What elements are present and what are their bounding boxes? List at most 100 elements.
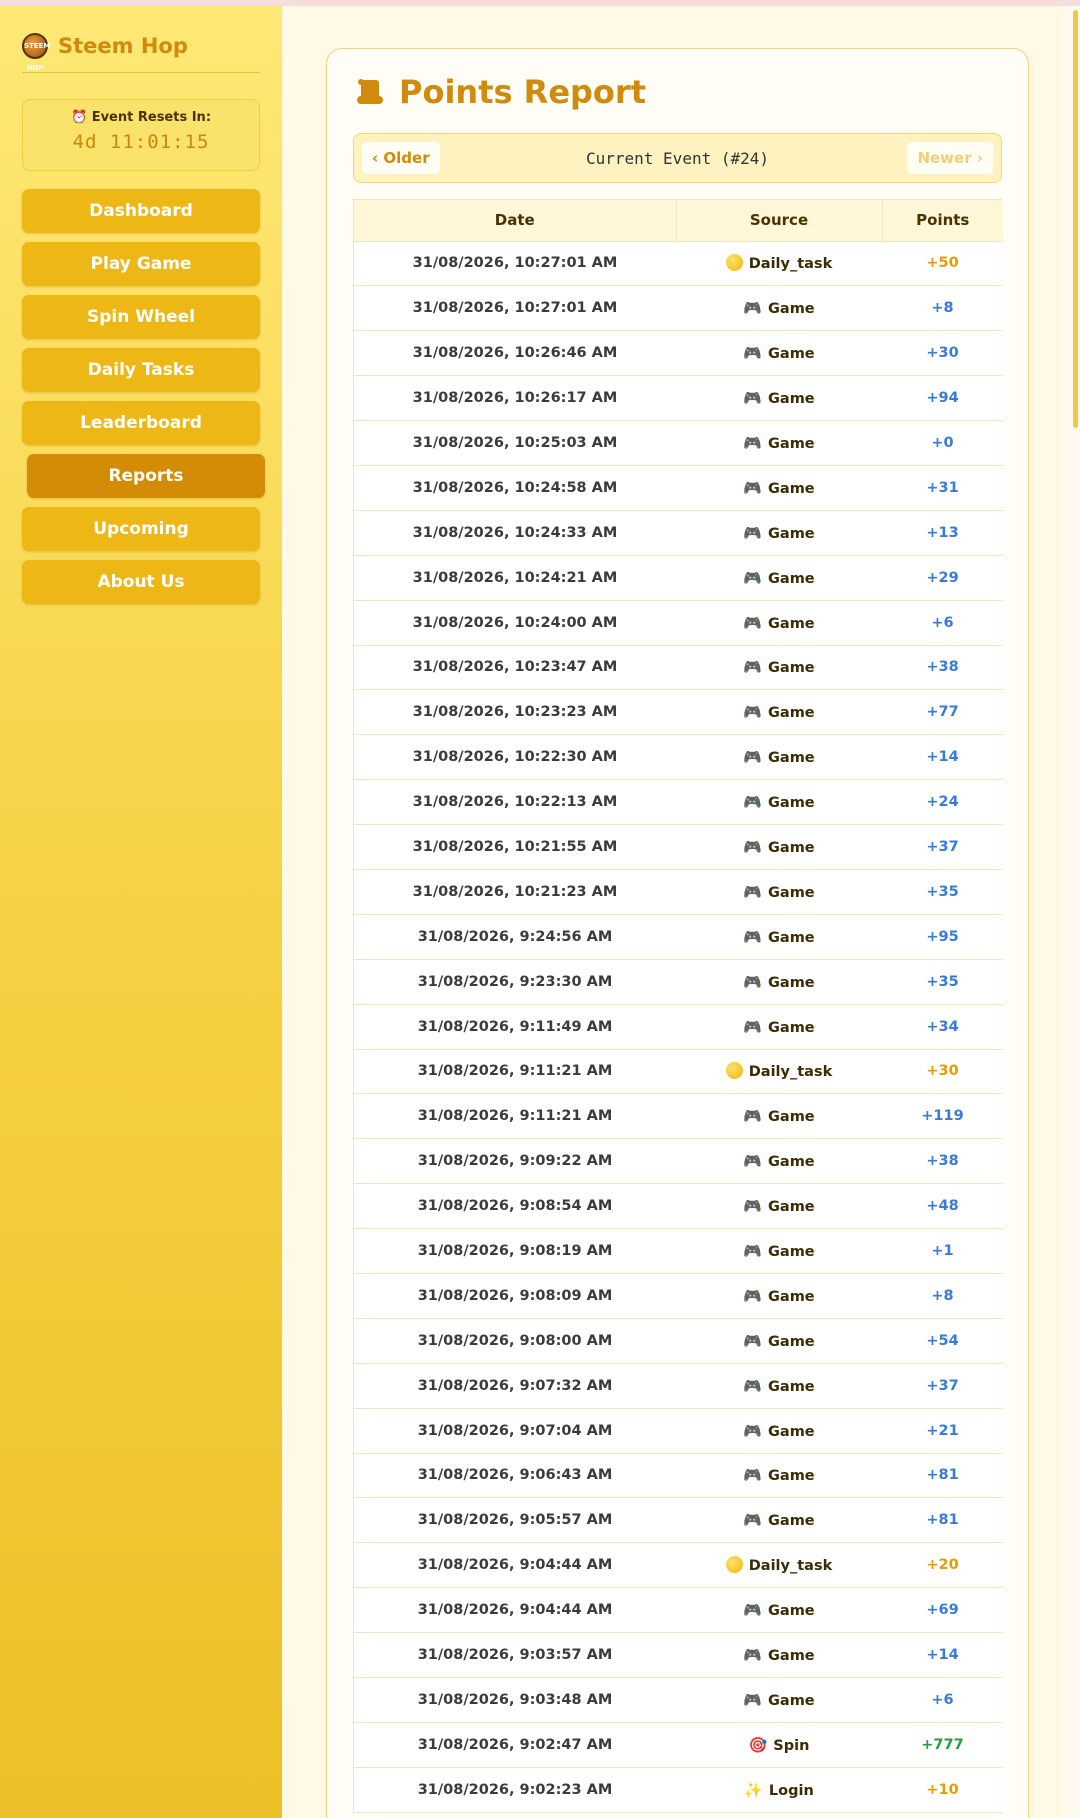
game-controller-icon: 🎮 bbox=[743, 568, 763, 587]
nav-reports[interactable]: Reports bbox=[27, 454, 265, 498]
cell-date: 31/08/2026, 10:25:03 AM bbox=[354, 420, 676, 466]
cell-points: +6 bbox=[882, 600, 1003, 646]
cell-source: 🎮 Game bbox=[676, 1363, 882, 1409]
source-label: Game bbox=[768, 570, 815, 587]
cell-date: 31/08/2026, 9:02:23 AM bbox=[354, 1767, 676, 1813]
cell-source: 🎮 Game bbox=[676, 330, 882, 377]
nav-upcoming[interactable]: Upcoming bbox=[22, 507, 260, 551]
cell-date: 31/08/2026, 9:04:44 AM bbox=[354, 1587, 676, 1634]
event-timer-value: 4d 11:01:15 bbox=[72, 131, 210, 153]
table-row: 31/08/2026, 9:03:57 AM 🎮 Game +14 bbox=[354, 1632, 1003, 1678]
source-label: Game bbox=[768, 1648, 815, 1665]
table-row: 31/08/2026, 9:23:30 AM 🎮 Game +35 bbox=[354, 959, 1003, 1005]
cell-date: 31/08/2026, 10:22:30 AM bbox=[354, 734, 676, 781]
source-label: Game bbox=[768, 884, 815, 901]
nav-leaderboard[interactable]: Leaderboard bbox=[22, 401, 260, 445]
older-button-label: Older bbox=[383, 149, 430, 167]
cell-points: +14 bbox=[882, 734, 1003, 781]
source-label: Game bbox=[768, 1513, 815, 1530]
cell-date: 31/08/2026, 10:23:23 AM bbox=[354, 689, 676, 736]
table-row: 31/08/2026, 10:27:01 AM Daily_task +50 bbox=[354, 241, 1003, 287]
source-label: Game bbox=[768, 750, 815, 767]
cell-source: ✨ Login bbox=[676, 1767, 882, 1813]
cell-source: 🎮 Game bbox=[676, 869, 882, 915]
table-row: 31/08/2026, 10:26:46 AM 🎮 Game +30 bbox=[354, 330, 1003, 377]
source-label: Game bbox=[768, 391, 815, 408]
game-controller-icon: 🎮 bbox=[743, 1376, 763, 1395]
current-event-label: Current Event (#24) bbox=[585, 149, 770, 168]
cell-points: +21 bbox=[882, 1408, 1003, 1454]
source-label: Game bbox=[768, 436, 815, 452]
nav-spin-wheel[interactable]: Spin Wheel bbox=[22, 295, 260, 339]
brand[interactable]: STEEM HOP Steem Hop bbox=[22, 28, 260, 72]
game-controller-icon: 🎮 bbox=[743, 658, 763, 677]
game-controller-icon: 🎮 bbox=[743, 1286, 763, 1305]
cell-date: 31/08/2026, 9:07:04 AM bbox=[354, 1408, 676, 1454]
cell-date: 31/08/2026, 9:11:49 AM bbox=[354, 1004, 676, 1050]
cell-source: 🎮 Game bbox=[676, 375, 882, 422]
table-row: 31/08/2026, 9:02:47 AM 🎯 Spin +777 bbox=[354, 1722, 1003, 1768]
table-row: 31/08/2026, 10:26:17 AM 🎮 Game +94 bbox=[354, 375, 1003, 422]
cell-points: +24 bbox=[882, 779, 1003, 826]
source-label: Game bbox=[768, 1019, 815, 1036]
cell-points: +8 bbox=[882, 285, 1003, 332]
cell-source: 🎮 Game bbox=[676, 645, 882, 691]
table-row: 31/08/2026, 10:23:47 AM 🎮 Game +38 bbox=[354, 645, 1003, 691]
game-controller-icon: 🎮 bbox=[743, 478, 763, 497]
cell-source: 🎮 Game bbox=[676, 914, 882, 960]
cell-points: +777 bbox=[882, 1722, 1003, 1768]
cell-source: 🎯 Spin bbox=[676, 1722, 882, 1768]
cell-date: 31/08/2026, 9:06:43 AM bbox=[354, 1453, 676, 1499]
cell-points: +119 bbox=[882, 1093, 1003, 1140]
cell-source: 🎮 Game bbox=[676, 1318, 882, 1364]
cell-date: 31/08/2026, 9:23:30 AM bbox=[354, 959, 676, 1005]
source-label: Game bbox=[768, 1468, 815, 1485]
cell-source: 🎮 Game bbox=[676, 1453, 882, 1499]
cell-points: +81 bbox=[882, 1497, 1003, 1544]
cell-points: +8 bbox=[882, 1273, 1003, 1319]
table-row: 31/08/2026, 9:09:22 AM 🎮 Game +38 bbox=[354, 1138, 1003, 1185]
cell-date: 31/08/2026, 9:04:44 AM bbox=[354, 1542, 676, 1589]
source-label: Daily_task bbox=[748, 256, 833, 273]
source-label: Game bbox=[768, 301, 815, 318]
cell-source: 🎮 Game bbox=[676, 1093, 882, 1140]
sparkles-icon: ✨ bbox=[744, 1780, 763, 1799]
cell-source: 🎮 Game bbox=[676, 1632, 882, 1678]
source-label: Game bbox=[768, 705, 815, 722]
coin-icon bbox=[725, 1062, 743, 1080]
cell-points: +38 bbox=[882, 1138, 1003, 1185]
nav-about-us[interactable]: About Us bbox=[22, 560, 260, 604]
game-controller-icon: 🎮 bbox=[743, 1152, 763, 1171]
nav-play-game[interactable]: Play Game bbox=[22, 242, 260, 286]
scrollbar-thumb[interactable] bbox=[1073, 10, 1078, 428]
source-label: Game bbox=[768, 1333, 815, 1350]
table-row: 31/08/2026, 10:24:00 AM 🎮 Game +6 bbox=[354, 600, 1003, 646]
cell-source: 🎮 Game bbox=[676, 824, 882, 870]
cell-points: +30 bbox=[882, 1049, 1003, 1095]
cell-date: 31/08/2026, 9:08:19 AM bbox=[354, 1228, 676, 1274]
table-row: 31/08/2026, 10:24:21 AM 🎮 Game +29 bbox=[354, 555, 1003, 601]
cell-source: 🎮 Game bbox=[676, 1228, 882, 1274]
cell-source: 🎮 Game bbox=[676, 465, 882, 511]
page-title: Points Report bbox=[353, 73, 646, 111]
game-controller-icon: 🎮 bbox=[743, 1601, 763, 1620]
cell-points: +13 bbox=[882, 510, 1003, 556]
source-label: Game bbox=[768, 1109, 815, 1126]
table-row: 31/08/2026, 10:24:58 AM 🎮 Game +31 bbox=[354, 465, 1003, 511]
nav-daily-tasks[interactable]: Daily Tasks bbox=[22, 348, 260, 392]
game-controller-icon: 🎮 bbox=[743, 1690, 763, 1709]
sidebar-divider bbox=[22, 72, 260, 73]
game-controller-icon: 🎮 bbox=[743, 1242, 763, 1261]
older-button[interactable]: ‹ Older bbox=[362, 142, 440, 174]
newer-button[interactable]: Newer › bbox=[907, 142, 993, 174]
nav-dashboard[interactable]: Dashboard bbox=[22, 189, 260, 233]
source-label: Game bbox=[768, 525, 815, 542]
cell-source: 🎮 Game bbox=[676, 285, 882, 332]
game-controller-icon: 🎮 bbox=[743, 882, 763, 901]
cell-source: 🎮 Game bbox=[676, 510, 882, 556]
cell-source: 🎮 Game bbox=[676, 420, 882, 466]
table-row: 31/08/2026, 9:08:54 AM 🎮 Game +48 bbox=[354, 1183, 1003, 1230]
source-label: Daily_task bbox=[748, 1064, 833, 1081]
cell-points: +54 bbox=[882, 1318, 1003, 1364]
cell-date: 31/08/2026, 9:11:21 AM bbox=[354, 1093, 676, 1140]
